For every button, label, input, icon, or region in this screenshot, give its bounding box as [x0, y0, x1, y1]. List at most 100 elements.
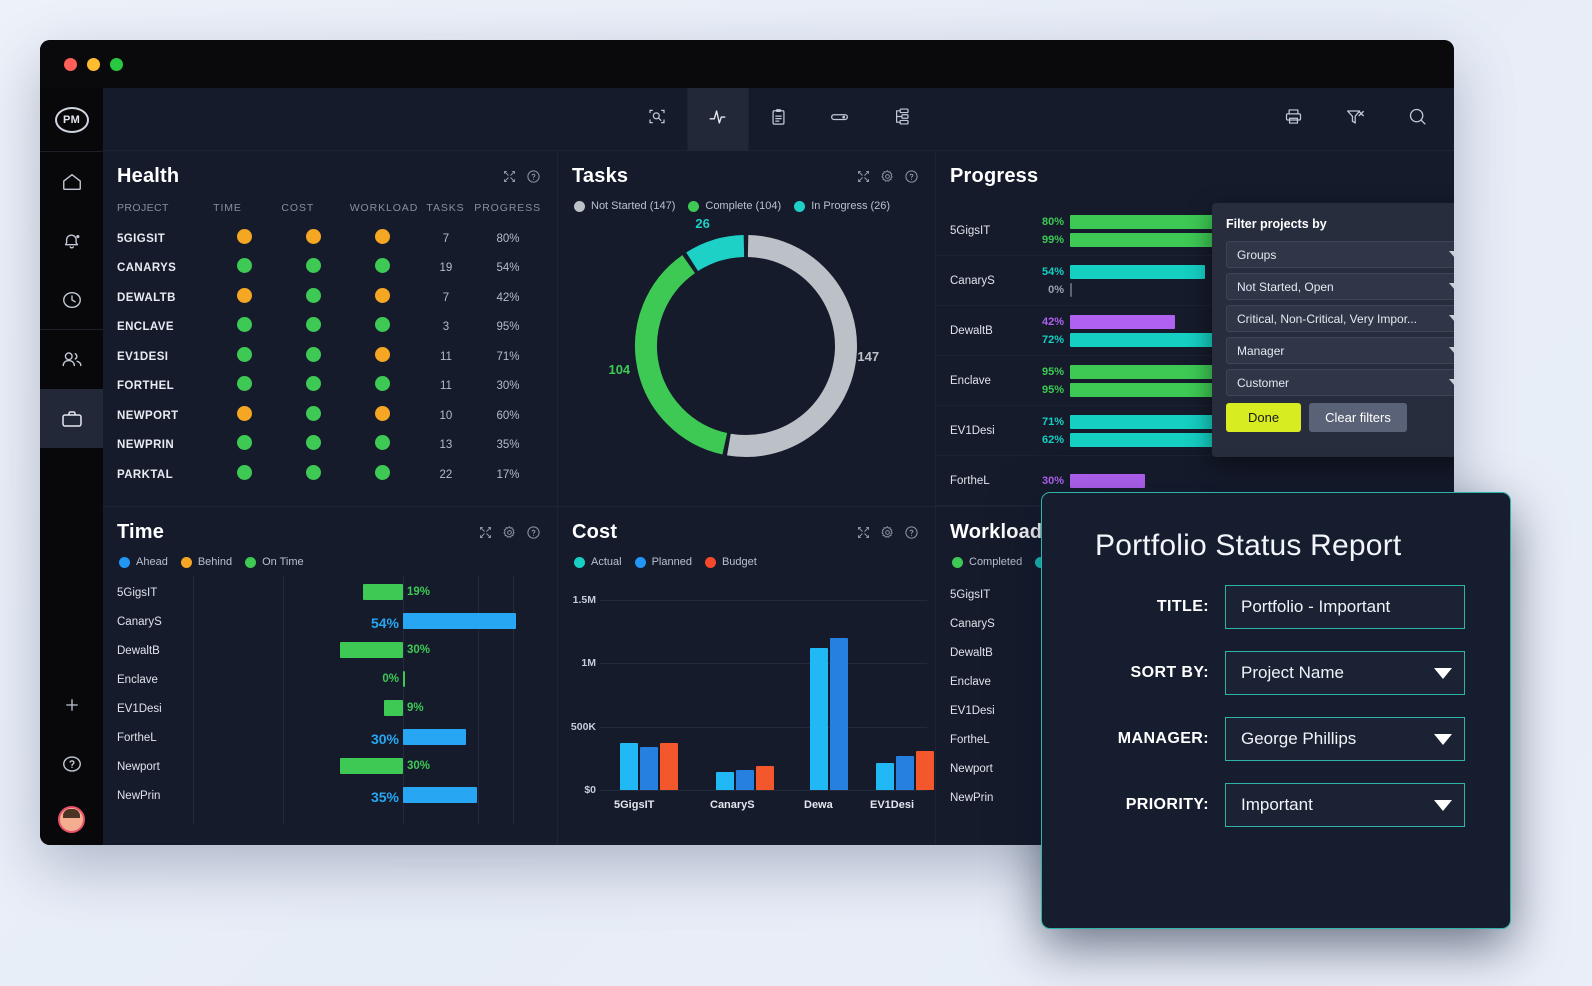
- help-circle-icon[interactable]: [904, 169, 919, 184]
- modal-select-manager[interactable]: George Phillips: [1225, 717, 1465, 761]
- table-row[interactable]: NEWPRIN 13 35%: [117, 431, 541, 461]
- table-row[interactable]: ENCLAVE 3 95%: [117, 313, 541, 343]
- gear-icon[interactable]: [502, 525, 517, 540]
- help-circle-icon[interactable]: [526, 525, 541, 540]
- filter-select-customer[interactable]: Customer: [1226, 369, 1454, 396]
- cell-cost: [279, 435, 348, 455]
- expand-icon[interactable]: [856, 169, 871, 184]
- modal-title: Portfolio Status Report: [1095, 529, 1402, 562]
- tasks-legend-item[interactable]: Not Started (147): [574, 200, 675, 212]
- workload-legend-item[interactable]: Completed: [952, 556, 1022, 568]
- search-button[interactable]: [1400, 99, 1434, 139]
- expand-icon[interactable]: [478, 525, 493, 540]
- tab-dashboard[interactable]: [687, 87, 748, 151]
- tab-list[interactable]: [748, 88, 809, 151]
- donut-slice[interactable]: [686, 235, 745, 272]
- gear-icon[interactable]: [880, 169, 895, 184]
- gear-icon[interactable]: [880, 525, 895, 540]
- filter-select-groups[interactable]: Groups: [1226, 241, 1454, 268]
- cell-cost: [279, 405, 348, 426]
- filter-done-button[interactable]: Done: [1226, 403, 1302, 432]
- cost-bar[interactable]: [716, 772, 734, 790]
- modal-input-title[interactable]: Portfolio - Important: [1225, 585, 1465, 629]
- time-bar[interactable]: [403, 613, 517, 629]
- sidebar: PM: [40, 88, 103, 845]
- cell-cost: [279, 317, 348, 337]
- time-bar[interactable]: [363, 584, 403, 600]
- table-row[interactable]: FORTHEL 11 30%: [117, 372, 541, 402]
- col-cost: COST: [281, 202, 315, 214]
- time-bar[interactable]: [340, 642, 403, 658]
- window-close-button[interactable]: [64, 57, 77, 71]
- cost-bar[interactable]: [620, 743, 638, 790]
- table-row[interactable]: PARKTAL 22 17%: [117, 460, 541, 490]
- portfolio-status-report-modal: Portfolio Status Report TITLE: Portfolio …: [1041, 492, 1511, 929]
- help-circle-icon[interactable]: [526, 169, 541, 184]
- sidebar-item-team[interactable]: [40, 330, 103, 389]
- cost-bar[interactable]: [830, 638, 848, 790]
- cost-legend-item[interactable]: Actual: [574, 556, 622, 568]
- cost-bar[interactable]: [640, 746, 658, 790]
- cost-bar[interactable]: [736, 770, 754, 790]
- expand-icon[interactable]: [502, 169, 517, 184]
- legend-dot: [794, 200, 806, 212]
- time-legend-item[interactable]: On Time: [245, 556, 304, 568]
- donut-value-label: 104: [608, 361, 631, 377]
- window-maximize-button[interactable]: [110, 57, 123, 71]
- filter-select-status[interactable]: Not Started, Open: [1226, 273, 1454, 300]
- cost-legend-item[interactable]: Budget: [704, 556, 757, 568]
- sidebar-item-home[interactable]: [40, 152, 103, 211]
- time-bar[interactable]: [403, 671, 405, 687]
- filter-select-priority[interactable]: Critical, Non-Critical, Very Impor...: [1226, 305, 1454, 332]
- tab-workflow[interactable]: [870, 88, 931, 151]
- help-circle-icon[interactable]: [904, 525, 919, 540]
- time-bar[interactable]: [403, 729, 466, 745]
- table-row[interactable]: DEWALTB 7 42%: [117, 283, 541, 313]
- window-minimize-button[interactable]: [87, 57, 100, 71]
- expand-icon[interactable]: [856, 525, 871, 540]
- cost-bar[interactable]: [660, 743, 678, 790]
- modal-select-sort-by[interactable]: Project Name: [1225, 651, 1465, 695]
- cost-bar[interactable]: [756, 765, 774, 790]
- filter-select-manager[interactable]: Manager: [1226, 337, 1454, 364]
- portfolio-icon: [60, 407, 84, 431]
- status-dot-amber: [237, 405, 253, 421]
- progress-bar-value: 95%: [1041, 383, 1064, 396]
- print-button[interactable]: [1276, 99, 1310, 139]
- cost-bar[interactable]: [810, 648, 828, 790]
- tab-gantt[interactable]: [809, 88, 870, 151]
- app-logo[interactable]: PM: [40, 88, 103, 151]
- sidebar-item-portfolio[interactable]: [40, 389, 103, 448]
- cost-bar[interactable]: [896, 756, 914, 790]
- modal-select-priority[interactable]: Important: [1225, 783, 1465, 827]
- time-legend-item[interactable]: Behind: [180, 556, 233, 568]
- time-legend-item[interactable]: Ahead: [119, 556, 168, 568]
- cost-bar[interactable]: [876, 762, 894, 790]
- legend-label: Behind: [197, 556, 233, 568]
- time-bar[interactable]: [403, 787, 477, 803]
- progress-bar-value: 71%: [1041, 415, 1064, 428]
- donut-slice[interactable]: [635, 255, 728, 455]
- time-bar[interactable]: [384, 700, 403, 716]
- table-row[interactable]: 5GIGSIT 7 80%: [117, 224, 541, 254]
- table-row[interactable]: CANARYS 19 54%: [117, 254, 541, 284]
- cost-legend-item[interactable]: Planned: [634, 556, 692, 568]
- sidebar-item-timesheets[interactable]: [40, 270, 103, 329]
- sidebar-item-help[interactable]: [40, 734, 103, 793]
- cell-time: [210, 287, 279, 308]
- filter-clear-button[interactable]: Clear filters: [1309, 403, 1407, 432]
- tasks-legend-item[interactable]: Complete (104): [688, 200, 781, 212]
- sidebar-user-avatar[interactable]: [40, 793, 103, 845]
- cell-cost: [279, 376, 348, 396]
- cell-project: ENCLAVE: [117, 321, 174, 334]
- cost-bar[interactable]: [916, 750, 934, 790]
- donut-slice[interactable]: [727, 235, 857, 457]
- table-row[interactable]: EV1DESI 11 71%: [117, 342, 541, 372]
- table-row[interactable]: NEWPORT 10 60%: [117, 401, 541, 431]
- clear-filter-button[interactable]: [1338, 99, 1372, 139]
- sidebar-item-notifications[interactable]: [40, 211, 103, 270]
- tasks-legend-item[interactable]: In Progress (26): [794, 200, 890, 212]
- sidebar-item-add[interactable]: [40, 675, 103, 734]
- tab-overview[interactable]: [626, 88, 687, 151]
- time-bar[interactable]: [340, 758, 403, 774]
